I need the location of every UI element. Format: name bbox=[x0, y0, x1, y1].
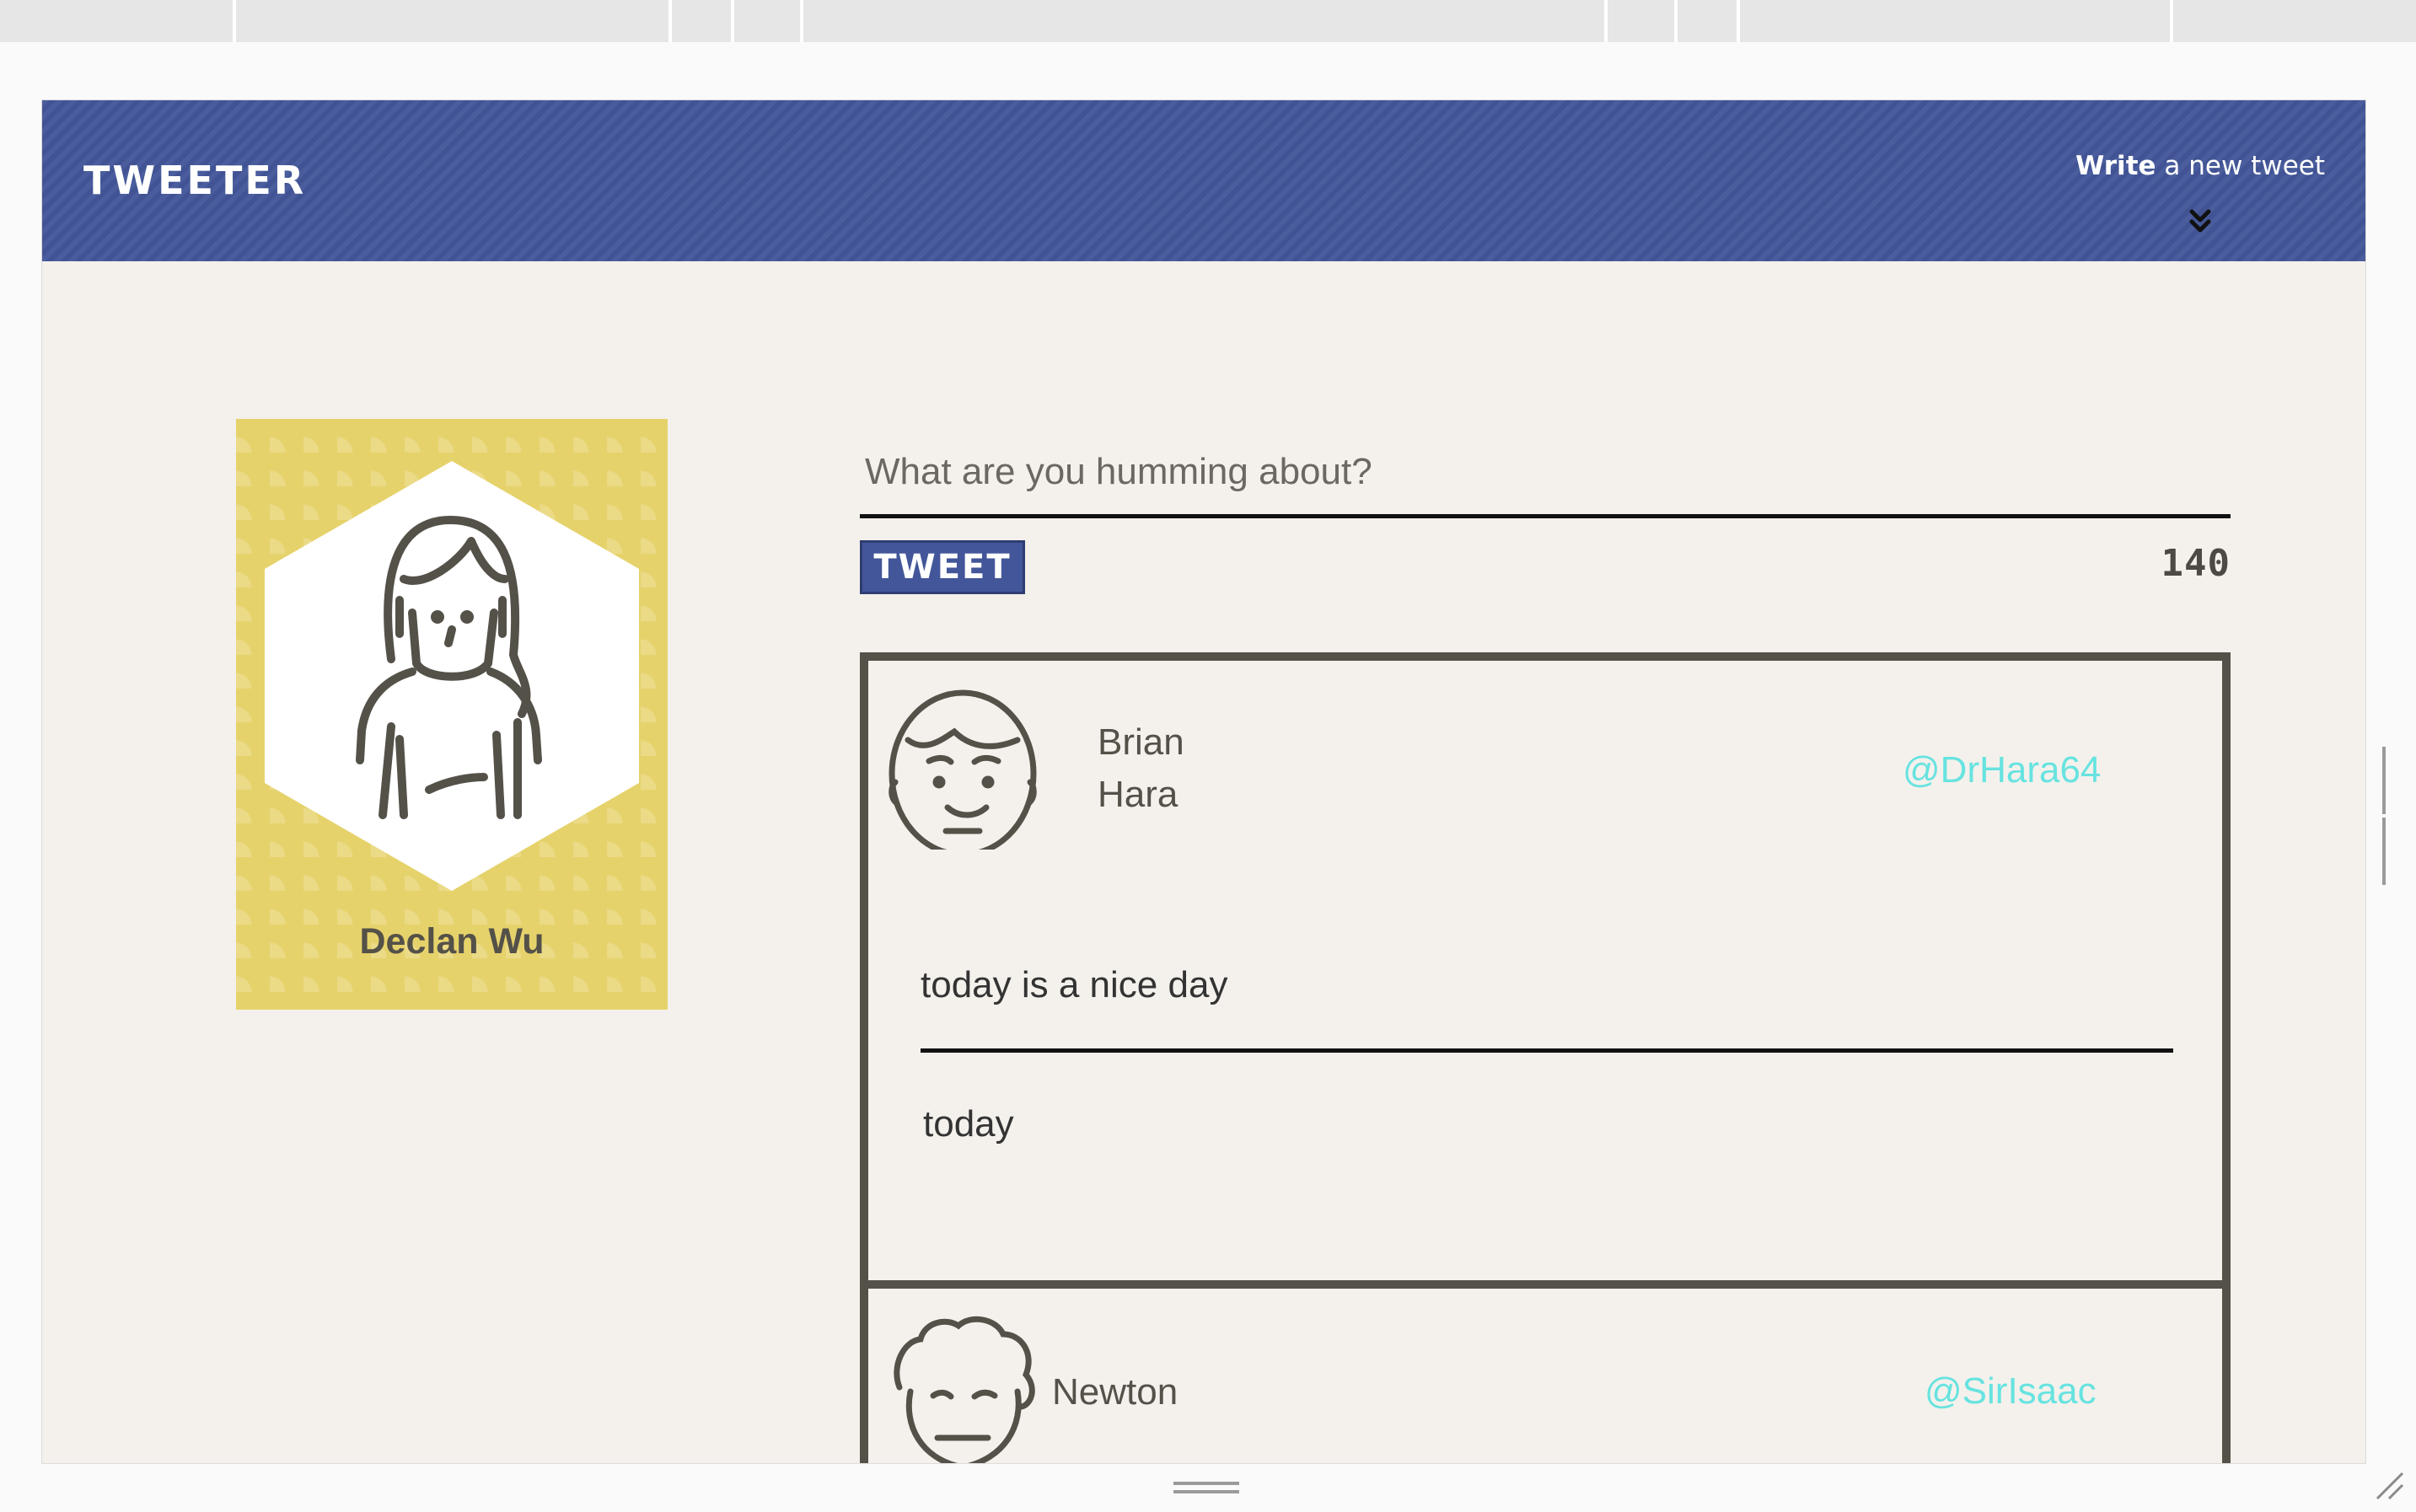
tweet-divider bbox=[921, 1048, 2173, 1053]
compose-toggle-text: a new tweet bbox=[2156, 151, 2325, 181]
tweet-input[interactable] bbox=[860, 429, 2231, 518]
compose-toggle-button[interactable]: Write a new tweet bbox=[2075, 151, 2325, 239]
strip-divider bbox=[731, 0, 734, 42]
curly-hair-man-avatar-icon bbox=[894, 1316, 1035, 1463]
horizontal-resize-handle[interactable] bbox=[1173, 1482, 1239, 1497]
strip-divider bbox=[1737, 0, 1740, 42]
navbar: TWEETER Write a new tweet bbox=[42, 100, 2365, 261]
tweet-card: Newton @SirIsaac bbox=[860, 1280, 2231, 1463]
strip-divider bbox=[2170, 0, 2173, 42]
compose-toggle-label: Write a new tweet bbox=[2075, 151, 2325, 181]
preview-frame: TWEETER Write a new tweet Declan Wu What… bbox=[41, 99, 2366, 1464]
brand-logo[interactable]: TWEETER bbox=[83, 158, 306, 203]
tweet-card: Brian Hara @DrHara64 today is a nice day… bbox=[860, 652, 2231, 1359]
tweet-handle[interactable]: @DrHara64 bbox=[1903, 749, 2101, 791]
strip-divider bbox=[1604, 0, 1608, 42]
compose-toggle-bold: Write bbox=[2075, 151, 2156, 181]
top-gap bbox=[0, 42, 2416, 99]
tweet-author-name: Newton bbox=[1052, 1371, 1178, 1413]
profile-card: Declan Wu bbox=[236, 419, 668, 1010]
strip-divider bbox=[1674, 0, 1678, 42]
strip-divider bbox=[800, 0, 803, 42]
tweet-author-name: Brian Hara bbox=[1098, 716, 1184, 821]
double-chevron-down-icon bbox=[2189, 209, 2211, 233]
strip-divider bbox=[233, 0, 236, 42]
smiling-man-avatar-icon bbox=[889, 689, 1037, 850]
tweet-timestamp: today bbox=[923, 1103, 1014, 1145]
corner-resize-icon[interactable] bbox=[2372, 1468, 2406, 1502]
tweet-author-first: Brian bbox=[1098, 721, 1184, 763]
vertical-resize-handle[interactable] bbox=[2382, 747, 2397, 885]
woman-avatar-icon bbox=[265, 461, 639, 891]
tweet-author-last: Hara bbox=[1098, 774, 1178, 815]
strip-divider bbox=[668, 0, 672, 42]
tweet-text: today is a nice day bbox=[921, 964, 1228, 1005]
character-counter: 140 bbox=[2161, 542, 2231, 585]
editor-top-strip bbox=[0, 0, 2416, 42]
tweet-handle[interactable]: @SirIsaac bbox=[1925, 1370, 2097, 1413]
profile-name: Declan Wu bbox=[359, 921, 545, 962]
tweet-submit-button[interactable]: TWEET bbox=[860, 540, 1025, 594]
